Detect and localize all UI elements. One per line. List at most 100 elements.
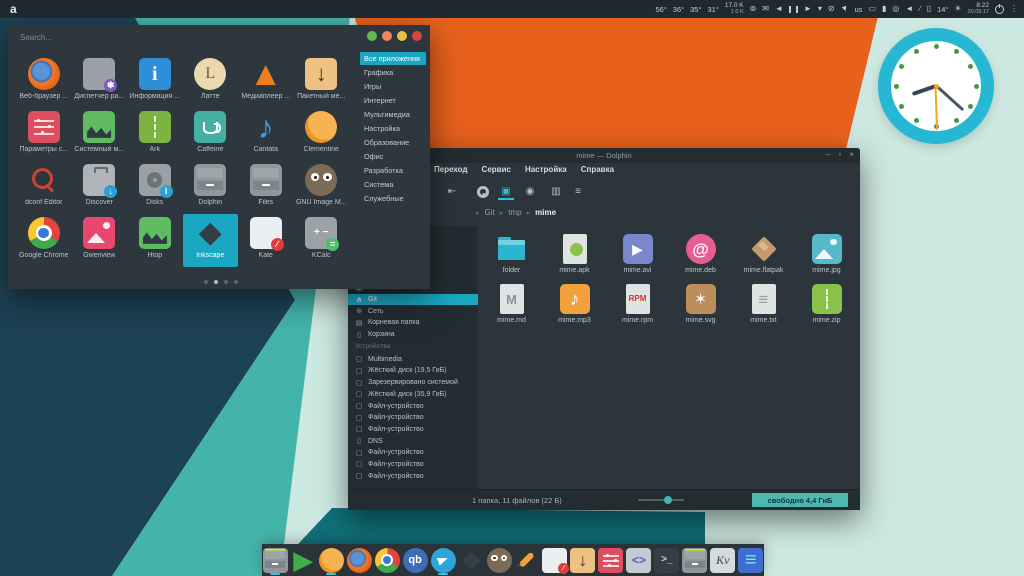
suspend-button[interactable] [397,31,407,41]
zoom-slider-knob[interactable] [664,496,672,504]
file-mime.md[interactable]: Mmime.md [480,282,543,330]
minimize-button[interactable]: – [826,150,830,159]
file-mime.txt[interactable]: ≡ mime.txt [732,282,795,330]
places-item-Корневая папка[interactable]: ▤ Корневая папка [348,317,478,329]
app-Пакетный ме...[interactable]: ↓ Пакетный ме... [294,55,350,108]
file-mime.apk[interactable]: mime.apk [543,232,606,280]
phone-icon[interactable]: ▯ [927,5,931,13]
app-dconf Editor[interactable]: dconf Editor [16,161,72,214]
dock-item-kvantum[interactable]: Kv [710,545,736,575]
file-mime.rpm[interactable]: RPM mime.rpm [606,282,669,330]
dropdown-icon[interactable]: ▾ [818,5,822,13]
dock-item-chrome[interactable] [374,545,400,575]
maximize-button[interactable]: ▫ [838,150,841,159]
location-icon[interactable]: ▼ [839,3,850,14]
logout-button[interactable] [367,31,377,41]
category-Офис[interactable]: Офис [360,150,426,163]
preview-icon[interactable]: ◉ [522,184,538,198]
dock-item-task-list[interactable]: ≡ [738,545,764,575]
search-input[interactable]: Search... [20,33,52,42]
category-Интернет[interactable]: Интернет [360,94,426,107]
breadcrumb-item[interactable]: mime [535,208,556,217]
file-folder[interactable]: folder [480,232,543,280]
category-Разработка[interactable]: Разработка [360,164,426,177]
app-GNU Image M...[interactable]: GNU Image M... [294,161,350,214]
app-Параметры с...[interactable]: Параметры с... [16,108,72,161]
cpu-temp[interactable]: 35° [690,5,701,14]
network-speed[interactable]: 17.0 K 1.0 K [725,2,744,15]
dock-item-kate[interactable]: ∕ [542,545,569,575]
app-Google Chrome[interactable]: Google Chrome [16,214,72,267]
app-Files[interactable]: Files [238,161,294,214]
dock-item-gimp[interactable] [486,545,512,575]
weather-sun-icon[interactable]: ☀ [954,5,961,13]
app-Disks[interactable]: i Disks [127,161,183,214]
places-item-Жёсткий диск (19,5 ГиБ)[interactable]: ▢ Жёсткий диск (19,5 ГиБ) [348,365,478,377]
breadcrumb-item[interactable]: tmp [508,208,521,217]
places-item-Зарезервировано системой[interactable]: ▢ Зарезервировано системой [348,377,478,389]
dock-item-clementine[interactable] [318,545,344,575]
dock-item-media-player[interactable]: ▶ [290,545,316,575]
category-Настройка[interactable]: Настройка [360,122,426,135]
places-item-Файл-устройство[interactable]: ▢ Файл-устройство [348,412,478,424]
app-Inkscape[interactable]: ◆ Inkscape [182,214,238,267]
category-Мультимедиа[interactable]: Мультимедиа [360,108,426,121]
dock-item-inkscape[interactable]: ◆ [458,545,484,575]
dock-item-file-cabinet[interactable] [682,545,708,575]
dock-item-system-settings[interactable] [598,545,624,575]
app-Ark[interactable]: Ark [127,108,183,161]
page-dot[interactable] [214,280,218,284]
battery-icon[interactable]: ▮ [882,5,886,13]
category-Графика[interactable]: Графика [360,66,426,79]
app-Kate[interactable]: ∕ Kate [238,214,294,267]
page-dot[interactable] [204,280,208,284]
dock-item-dolphin[interactable] [262,545,288,575]
media-prev-icon[interactable]: ◄ [775,5,783,13]
dock-item-color-picker[interactable] [514,545,540,575]
keyboard-layout[interactable]: us [855,5,863,14]
cpu-temp[interactable]: 31° [707,5,718,14]
dock-item-firefox[interactable] [346,545,372,575]
app-menu-button[interactable]: a [10,0,17,18]
places-item-Файл-устройство[interactable]: ▢ Файл-устройство [348,447,478,459]
app-Системный м...[interactable]: Системный м... [72,108,128,161]
places-item-Корзина[interactable]: ▯ Корзина [348,329,478,341]
menu-Переход[interactable]: Переход [434,165,468,174]
file-mime.jpg[interactable]: mime.jpg [795,232,858,280]
power-icon[interactable] [995,3,1004,14]
breadcrumb-item[interactable]: Git [485,208,495,217]
dock-item-terminal[interactable]: >_ [654,545,680,575]
app-Gwenview[interactable]: Gwenview [72,214,128,267]
app-Cantata[interactable]: ♪ Cantata [238,108,294,161]
category-Служебные[interactable]: Служебные [360,192,426,205]
places-item-DNS[interactable]: ▯ DNS [348,435,478,447]
file-mime.svg[interactable]: ✶ mime.svg [669,282,732,330]
pen-icon[interactable]: ∕ [919,5,920,13]
overflow-menu-icon[interactable]: ⋮ [1010,5,1018,13]
mail-icon[interactable]: ✉ [762,5,769,13]
app-Discover[interactable]: ↓ Discover [72,161,128,214]
places-item-Multimedia[interactable]: ▢ Multimedia [348,353,478,365]
app-Веб-браузер ...[interactable]: Веб-браузер ... [16,55,72,108]
category-Все приложения[interactable]: Все приложения [360,52,426,65]
zoom-slider[interactable] [638,496,684,504]
file-mime.zip[interactable]: mime.zip [795,282,858,330]
clock-date[interactable]: 8:22 20.09.17 [968,2,989,15]
weather-temp[interactable]: 14° [937,5,948,14]
category-Образование[interactable]: Образование [360,136,426,149]
notifications-icon[interactable]: ⊘ [828,5,835,13]
search-icon[interactable] [474,184,490,199]
dock-item-qbittorrent[interactable]: qb [402,545,428,575]
places-item-Файл-устройство[interactable]: ▢ Файл-устройство [348,424,478,436]
file-mime.deb[interactable]: @ mime.deb [669,232,732,280]
cpu-temp[interactable]: 56° [655,5,666,14]
close-button[interactable]: × [849,150,854,159]
shutdown-button[interactable] [412,31,422,41]
media-pause-icon[interactable] [788,5,798,13]
file-mime.mp3[interactable]: ♪ mime.mp3 [543,282,606,330]
updates-icon[interactable]: ◎ [892,5,899,13]
menu-Настройка[interactable]: Настройка [525,165,567,174]
app-Caffeine[interactable]: Caffeine [183,108,239,161]
places-item-Файл-устройство[interactable]: ▢ Файл-устройство [348,400,478,412]
media-next-icon[interactable]: ► [804,5,812,13]
